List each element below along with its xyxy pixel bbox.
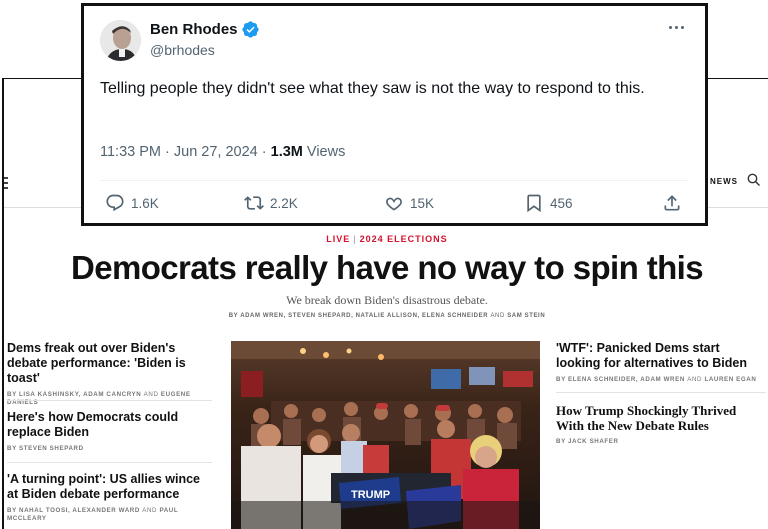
story-headline[interactable]: 'WTF': Panicked Dems start looking for a…	[556, 341, 766, 371]
share-button[interactable]	[662, 192, 688, 214]
byline-and: AND	[687, 376, 703, 383]
left-story-2[interactable]: Here's how Democrats could replace Biden…	[7, 410, 212, 453]
story-byline: BY LISA KASHINSKY, ADAM CANCRYN AND EUGE…	[7, 391, 212, 407]
story-divider	[556, 392, 766, 393]
like-count: 15K	[410, 195, 435, 211]
story-byline[interactable]: BY STEVEN SHEPARD	[7, 445, 212, 453]
right-story-2[interactable]: How Trump Shockingly Thrived With the Ne…	[556, 403, 766, 446]
byline-last[interactable]: SAM STEIN	[507, 313, 545, 319]
story-divider	[7, 400, 212, 401]
author-name[interactable]: Ben Rhodes	[150, 21, 238, 38]
author-handle[interactable]: @brhodes	[150, 42, 215, 58]
menu-icon[interactable]	[4, 177, 8, 189]
tweet-meta: 11:33 PM · Jun 27, 2024 · 1.3M Views	[100, 144, 345, 160]
byline-and: AND	[490, 313, 505, 319]
kicker-separator: |	[353, 234, 357, 244]
tweet-divider	[100, 180, 688, 181]
repost-count: 2.2K	[270, 195, 298, 211]
repost-button[interactable]: 2.2K	[244, 192, 298, 214]
repost-icon	[244, 196, 264, 210]
reply-icon	[106, 194, 124, 212]
byline-authors[interactable]: BY ELENA SCHNEIDER, ADAM WREN	[556, 376, 685, 383]
tweet-card: Ben Rhodes @brhodes Telling people they …	[81, 3, 708, 226]
byline-and: AND	[143, 391, 159, 398]
share-icon	[664, 195, 680, 211]
tweet-timestamp[interactable]: 11:33 PM · Jun 27, 2024	[100, 144, 258, 160]
byline-and: AND	[142, 507, 158, 514]
story-headline[interactable]: Here's how Democrats could replace Biden	[7, 410, 212, 440]
reply-count: 1.6K	[131, 195, 159, 211]
bookmark-button[interactable]: 456	[524, 192, 573, 214]
lead-headline[interactable]: Democrats really have no way to spin thi…	[4, 249, 768, 287]
story-byline: BY ELENA SCHNEIDER, ADAM WREN AND LAUREN…	[556, 376, 766, 384]
story-headline[interactable]: How Trump Shockingly Thrived With the Ne…	[556, 403, 766, 433]
heart-icon	[386, 197, 402, 211]
trump-sign-text: TRUMP	[351, 489, 390, 501]
article-kicker[interactable]: LIVE | 2024 ELECTIONS	[4, 234, 768, 244]
right-story-1[interactable]: 'WTF': Panicked Dems start looking for a…	[556, 341, 766, 384]
left-story-3[interactable]: 'A turning point': US allies wince at Bi…	[7, 472, 212, 523]
story-byline: BY NAHAL TOOSI, ALEXANDER WARD AND PAUL …	[7, 507, 212, 523]
nav-news-link[interactable]: NEWS	[710, 177, 738, 186]
lead-dek: We break down Biden's disastrous debate.	[286, 293, 488, 307]
tweet-text: Telling people they didn't see what they…	[100, 80, 645, 97]
more-options-icon[interactable]	[669, 20, 685, 34]
like-button[interactable]: 15K	[384, 192, 434, 214]
search-icon[interactable]	[747, 173, 761, 187]
verified-badge-icon	[242, 21, 259, 38]
byline-authors[interactable]: BY LISA KASHINSKY, ADAM CANCRYN	[7, 391, 141, 398]
story-divider	[7, 462, 212, 463]
left-story-1[interactable]: Dems freak out over Biden's debate perfo…	[7, 341, 212, 407]
byline-authors[interactable]: BY NAHAL TOOSI, ALEXANDER WARD	[7, 507, 140, 514]
byline-names[interactable]: BY ADAM WREN, STEVEN SHEPARD, NATALIE AL…	[229, 313, 488, 319]
reply-button[interactable]: 1.6K	[105, 192, 159, 214]
lead-bylines: BY ADAM WREN, STEVEN SHEPARD, NATALIE AL…	[4, 313, 768, 319]
bookmark-count: 456	[550, 195, 573, 211]
byline-authors[interactable]: LAUREN EGAN	[704, 376, 756, 383]
story-headline[interactable]: Dems freak out over Biden's debate perfo…	[7, 341, 212, 386]
kicker-topic: 2024 ELECTIONS	[359, 234, 448, 244]
bookmark-icon	[527, 194, 541, 213]
meta-dot: ·	[261, 144, 267, 160]
avatar[interactable]	[100, 20, 141, 61]
kicker-live: LIVE	[326, 234, 351, 244]
story-headline[interactable]: 'A turning point': US allies wince at Bi…	[7, 472, 212, 502]
views-count: 1.3M	[270, 144, 303, 160]
story-byline[interactable]: BY JACK SHAFER	[556, 438, 766, 446]
debate-watch-party-photo[interactable]: TRUMP	[231, 341, 540, 529]
views-label: Views	[306, 144, 346, 160]
